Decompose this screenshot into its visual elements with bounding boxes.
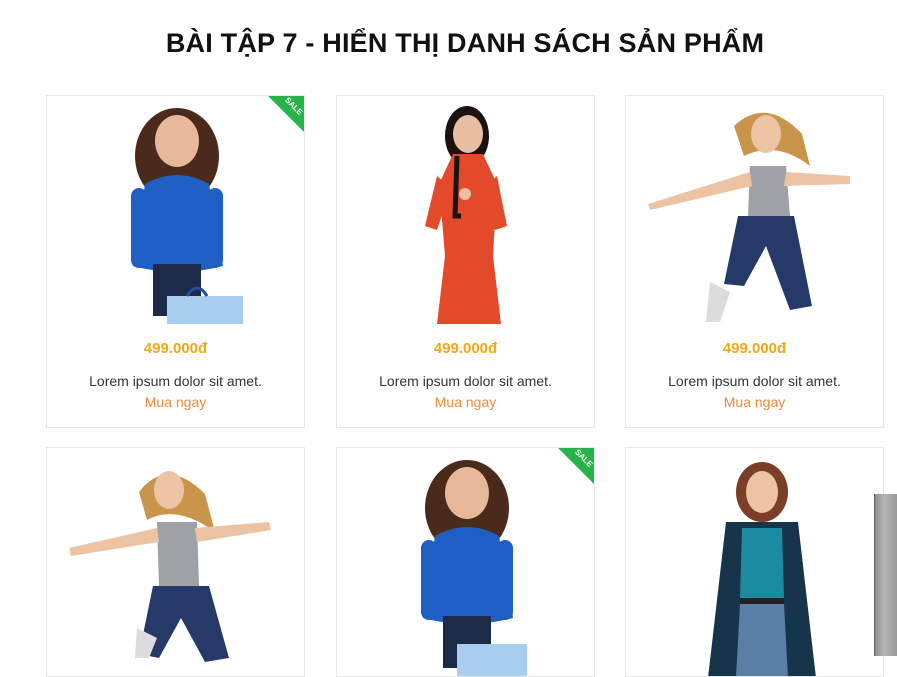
product-card[interactable]: SALE: [336, 447, 595, 677]
buy-now-link[interactable]: Mua ngay: [626, 394, 883, 410]
product-price: 499.000đ: [143, 340, 208, 357]
buy-now-link[interactable]: Mua ngay: [47, 394, 304, 410]
sale-badge: SALE: [267, 96, 304, 133]
product-image[interactable]: [626, 96, 883, 336]
product-description: Lorem ipsum dolor sit amet.: [89, 373, 262, 389]
product-image[interactable]: [47, 448, 304, 676]
product-card[interactable]: 499.000đ Lorem ipsum dolor sit amet. Mua…: [625, 95, 884, 428]
product-card[interactable]: SALE 499.000đ Lorem ipsum dolor sit amet…: [46, 95, 305, 428]
woman-jumping-icon: [648, 112, 850, 322]
sale-badge: SALE: [557, 448, 594, 485]
product-price: 499.000đ: [722, 340, 787, 357]
product-price: 499.000đ: [433, 340, 498, 357]
product-image[interactable]: [626, 448, 883, 676]
product-image[interactable]: [337, 448, 594, 676]
woman-jumping-icon: [69, 471, 271, 662]
side-panel-edge: [874, 494, 897, 656]
woman-dark-cardigan-icon: [708, 462, 816, 676]
product-grid: SALE 499.000đ Lorem ipsum dolor sit amet…: [0, 0, 897, 677]
product-description: Lorem ipsum dolor sit amet.: [379, 373, 552, 389]
product-description: Lorem ipsum dolor sit amet.: [668, 373, 841, 389]
product-image[interactable]: [337, 96, 594, 336]
buy-now-link[interactable]: Mua ngay: [337, 394, 594, 410]
product-image[interactable]: [47, 96, 304, 336]
product-card[interactable]: [625, 447, 884, 677]
product-card[interactable]: 499.000đ Lorem ipsum dolor sit amet. Mua…: [336, 95, 595, 428]
product-card[interactable]: [46, 447, 305, 677]
woman-red-dress-icon: [425, 106, 507, 324]
woman-blue-sweater-icon: [131, 108, 243, 324]
woman-blue-sweater-icon: [421, 460, 527, 676]
